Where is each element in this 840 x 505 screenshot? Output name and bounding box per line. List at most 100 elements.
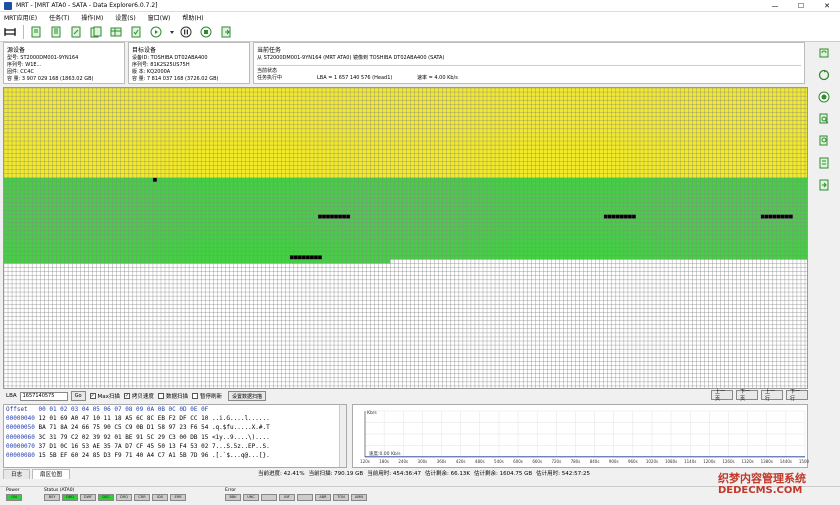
tab-sector-bitmap[interactable]: 扇区位图 — [32, 469, 71, 479]
go-button[interactable]: Go — [70, 391, 86, 401]
chart-x-tick: 660s — [532, 459, 542, 464]
stop-icon[interactable] — [199, 25, 213, 39]
chart-x-tick: 1320s — [741, 459, 753, 464]
chart-x-tick: 540s — [494, 459, 504, 464]
set-scan-button[interactable]: 设置数据扫描 — [227, 391, 266, 401]
max-scan-check-icon: ✓ — [89, 393, 96, 399]
stat-progress: 当前进度: 42.41% — [258, 471, 305, 477]
chart-x-tick: 420s — [456, 459, 466, 464]
doc-list-icon[interactable] — [49, 25, 63, 39]
watermark-line1: 织梦内容管理系统 — [718, 472, 806, 485]
chart-x-tick: 1080s — [665, 459, 677, 464]
hex-offset: 00000040 — [6, 415, 35, 423]
source-capacity: 容 量: 3 907 029 168 (1863.02 GB) — [7, 76, 94, 82]
error-led — [261, 494, 277, 501]
copy-speed-checkbox[interactable]: ✓ 拷贝速度 — [123, 392, 154, 400]
status-led: DRD — [62, 494, 78, 501]
doc-green-icon[interactable] — [29, 25, 43, 39]
hex-ascii: 7...S.5z..EP..S. — [211, 442, 270, 450]
status-led: DWF — [80, 494, 96, 501]
hex-ascii: .[.`$...q@...[}. — [211, 451, 270, 459]
error-group: Error BBK UNC INF ABR TON AMN — [225, 488, 369, 501]
menu-app[interactable]: MRT应用(E) — [0, 13, 43, 22]
next-page-button[interactable]: 下一页 — [736, 389, 758, 402]
zoom-doc-icon[interactable] — [817, 134, 831, 148]
hdd-icon[interactable] — [3, 25, 17, 39]
chart-x-tick: 840s — [590, 459, 600, 464]
menu-window[interactable]: 窗口(W) — [142, 13, 177, 22]
menu-help[interactable]: 帮助(H) — [176, 13, 209, 22]
copy-speed-check-icon: ✓ — [123, 393, 130, 399]
chart-x-tick: 1260s — [722, 459, 734, 464]
bad-sector — [152, 177, 157, 182]
data-scan-box-icon — [157, 393, 164, 399]
toolbar-separator — [23, 24, 24, 39]
pause-refresh-checkbox[interactable]: 暂停刷新 — [191, 392, 222, 400]
record-icon[interactable] — [817, 90, 831, 104]
task-state: 任务执行中 — [257, 75, 283, 81]
chart-x-tick: 720s — [551, 459, 561, 464]
target-device-box: 目标设备 设备ID: TOSHIBA DT02ABA400 序列号: 81K2S… — [128, 42, 250, 84]
minimize-button[interactable]: — — [762, 0, 788, 12]
source-device-box: 源设备 型号: ST2000DM001-9YN164 序列号: W1E... 固… — [3, 42, 125, 84]
paging-buttons: 上一页 下一页 上一行 下一行 — [708, 389, 808, 402]
chart-x-tick: 480s — [475, 459, 485, 464]
target-serial: 序列号: 81K2S25US75H — [132, 62, 190, 68]
menu-task[interactable]: 任务(T) — [43, 13, 75, 22]
stat-total-time: 估计用时: 542:57:25 — [536, 471, 590, 477]
menu-operate[interactable]: 操作(M) — [75, 13, 109, 22]
doc-table-icon[interactable] — [109, 25, 123, 39]
error-led: BBK — [225, 494, 241, 501]
power-group: Power ON — [6, 488, 24, 501]
data-scan-checkbox[interactable]: 数据扫描 — [157, 392, 188, 400]
refresh-icon[interactable] — [817, 68, 831, 82]
dropdown-icon[interactable] — [169, 25, 175, 39]
tab-log[interactable]: 日志 — [3, 469, 31, 479]
prev-line-button[interactable]: 上一行 — [761, 389, 783, 402]
target-firmware: 版 本: KQ2000A — [132, 69, 171, 75]
source-device-title: 源设备 — [7, 47, 26, 54]
next-line-button[interactable]: 下一行 — [786, 389, 808, 402]
hex-ascii: .q.$fu.....X.#.T — [211, 424, 270, 432]
exit-icon[interactable] — [219, 25, 233, 39]
sync-icon[interactable] — [817, 46, 831, 60]
data-scan-label: 数据扫描 — [165, 394, 188, 400]
doc-edit-icon[interactable] — [69, 25, 83, 39]
menu-settings[interactable]: 设置(S) — [109, 13, 142, 22]
report-icon[interactable] — [817, 156, 831, 170]
maximize-button[interactable]: ☐ — [788, 0, 814, 12]
chart-annotation: 速度:0.00 Kb/s — [369, 450, 401, 457]
hex-header: Offset 00 01 02 03 04 05 06 07 08 09 0A … — [6, 406, 209, 413]
pause-icon[interactable] — [179, 25, 193, 39]
source-model: 型号: ST2000DM001-9YN164 — [7, 55, 79, 61]
chart-x-tick: 960s — [628, 459, 638, 464]
prev-page-button[interactable]: 上一页 — [711, 389, 733, 402]
hex-row: 00000050 BA 71 8A 24 66 75 90 C5 C9 0B D… — [4, 423, 346, 432]
hex-bytes: 12 01 69 A0 47 10 11 18 A5 6C 8C EB F2 D… — [38, 415, 209, 423]
max-scan-checkbox[interactable]: ✓ Max扫描 — [89, 392, 120, 400]
control-bar: LBA Go ✓Max扫描 ✓拷贝速度 数据扫描 暂停刷新 设置数据扫描 上一页… — [3, 389, 808, 403]
pause-refresh-box-icon — [191, 393, 198, 399]
app-icon — [4, 1, 12, 10]
target-model: 设备ID: TOSHIBA DT02ABA400 — [132, 55, 208, 61]
hex-scrollbar[interactable] — [339, 405, 346, 467]
task-box: 当前任务 从 ST2000DM001-9YN164 (MRT ATA0) 镜像到… — [253, 42, 805, 84]
source-firmware: 固件: CC4C — [7, 69, 34, 75]
hex-row: 00000070 37 D1 0C 16 53 AE 35 7A D7 CF 4… — [4, 442, 346, 451]
search-doc-icon[interactable] — [817, 112, 831, 126]
sector-map[interactable] — [3, 87, 808, 389]
stat-scanned: 当前扫描: 790.19 GB — [308, 471, 364, 477]
doc-check-icon[interactable] — [129, 25, 143, 39]
lba-input[interactable] — [19, 391, 68, 401]
task-state-title: 当前状态 — [257, 68, 278, 74]
pause-refresh-label: 暂停刷新 — [199, 394, 222, 400]
play-icon[interactable] — [149, 25, 163, 39]
progress-stats: 当前进度: 42.41% 当前扫描: 790.19 GB 当前用时: 454:3… — [258, 469, 594, 477]
close-button[interactable]: ✕ — [814, 0, 840, 12]
task-state-row: 任务执行中 LBA = 1 657 140 576 (Head1) 速率 = 4… — [257, 75, 801, 82]
copy-speed-label: 拷贝速度 — [131, 394, 154, 400]
export-icon[interactable] — [817, 178, 831, 192]
hex-view[interactable]: Offset 00 01 02 03 04 05 06 07 08 09 0A … — [3, 404, 347, 468]
doc-copy-icon[interactable] — [89, 25, 103, 39]
speed-chart-canvas: 120s 180s 240s 300s 360s 420s 480s 540s 600s 660s… — [360, 410, 811, 464]
